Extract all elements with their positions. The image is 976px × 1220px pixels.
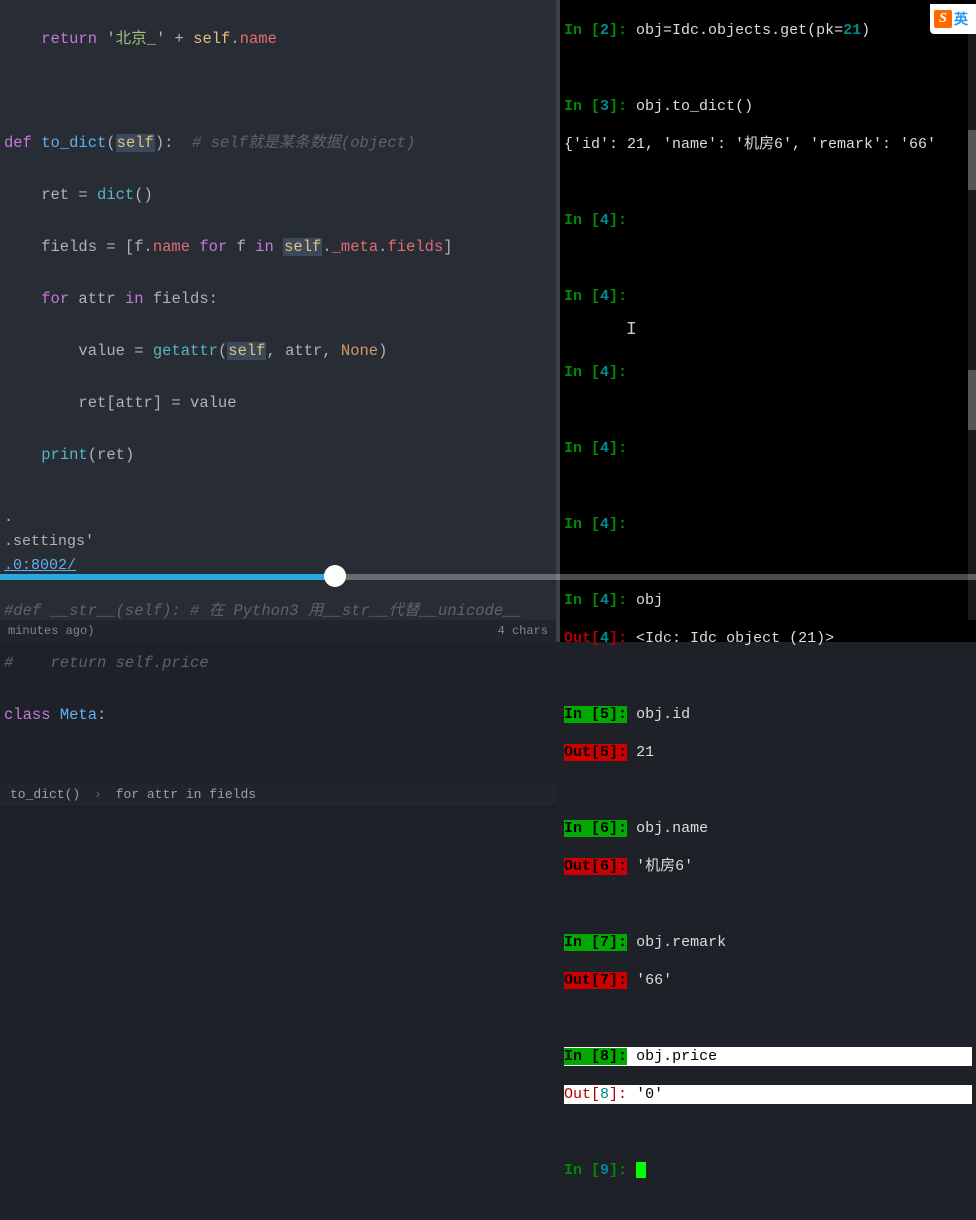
ime-lang: 英 xyxy=(954,9,968,29)
terminal-val: '机房6' xyxy=(636,858,693,875)
code-editor-pane: return '北京_' + self.name def to_dict(sel… xyxy=(0,0,556,642)
output-line: . xyxy=(4,506,556,530)
video-progress-handle[interactable] xyxy=(324,565,346,587)
breadcrumb[interactable]: to_dict() › for attr in fields xyxy=(0,782,556,807)
terminal-cmd: obj.price xyxy=(636,1048,717,1065)
status-bar: minutes ago) 4 chars xyxy=(0,620,556,642)
sogou-icon: S xyxy=(934,10,952,28)
chevron-right-icon: › xyxy=(94,787,102,802)
text-cursor-icon: I xyxy=(626,320,636,338)
breadcrumb-item[interactable]: for attr in fields xyxy=(116,787,256,802)
terminal-cmd: obj.id xyxy=(636,706,690,723)
video-progress-fill xyxy=(0,574,334,580)
scrollbar-thumb[interactable] xyxy=(968,130,976,190)
video-progress-track[interactable] xyxy=(0,574,976,580)
terminal-output: {'id': 21, 'name': '机房6', 'remark': '66' xyxy=(564,135,972,154)
terminal-prompt-number: 9 xyxy=(600,1162,609,1179)
terminal-val: '66' xyxy=(636,972,672,989)
scrollbar[interactable] xyxy=(968,30,976,620)
terminal-cursor xyxy=(636,1162,646,1178)
code-area[interactable]: return '北京_' + self.name def to_dict(sel… xyxy=(0,0,556,780)
terminal-cmd: obj.remark xyxy=(636,934,726,951)
status-right: 4 chars xyxy=(498,624,548,638)
terminal-cmd: obj.name xyxy=(636,820,708,837)
status-left: minutes ago) xyxy=(8,624,94,638)
scrollbar-thumb[interactable] xyxy=(968,370,976,430)
terminal-pane[interactable]: In [2]: obj=Idc.objects.get(pk=21) In [3… xyxy=(556,0,976,642)
terminal-val: 21 xyxy=(636,744,654,761)
ime-badge[interactable]: S 英 xyxy=(930,4,976,34)
terminal-val: '0' xyxy=(636,1086,663,1103)
output-line: .settings' xyxy=(4,530,556,554)
breadcrumb-item[interactable]: to_dict() xyxy=(10,787,80,802)
